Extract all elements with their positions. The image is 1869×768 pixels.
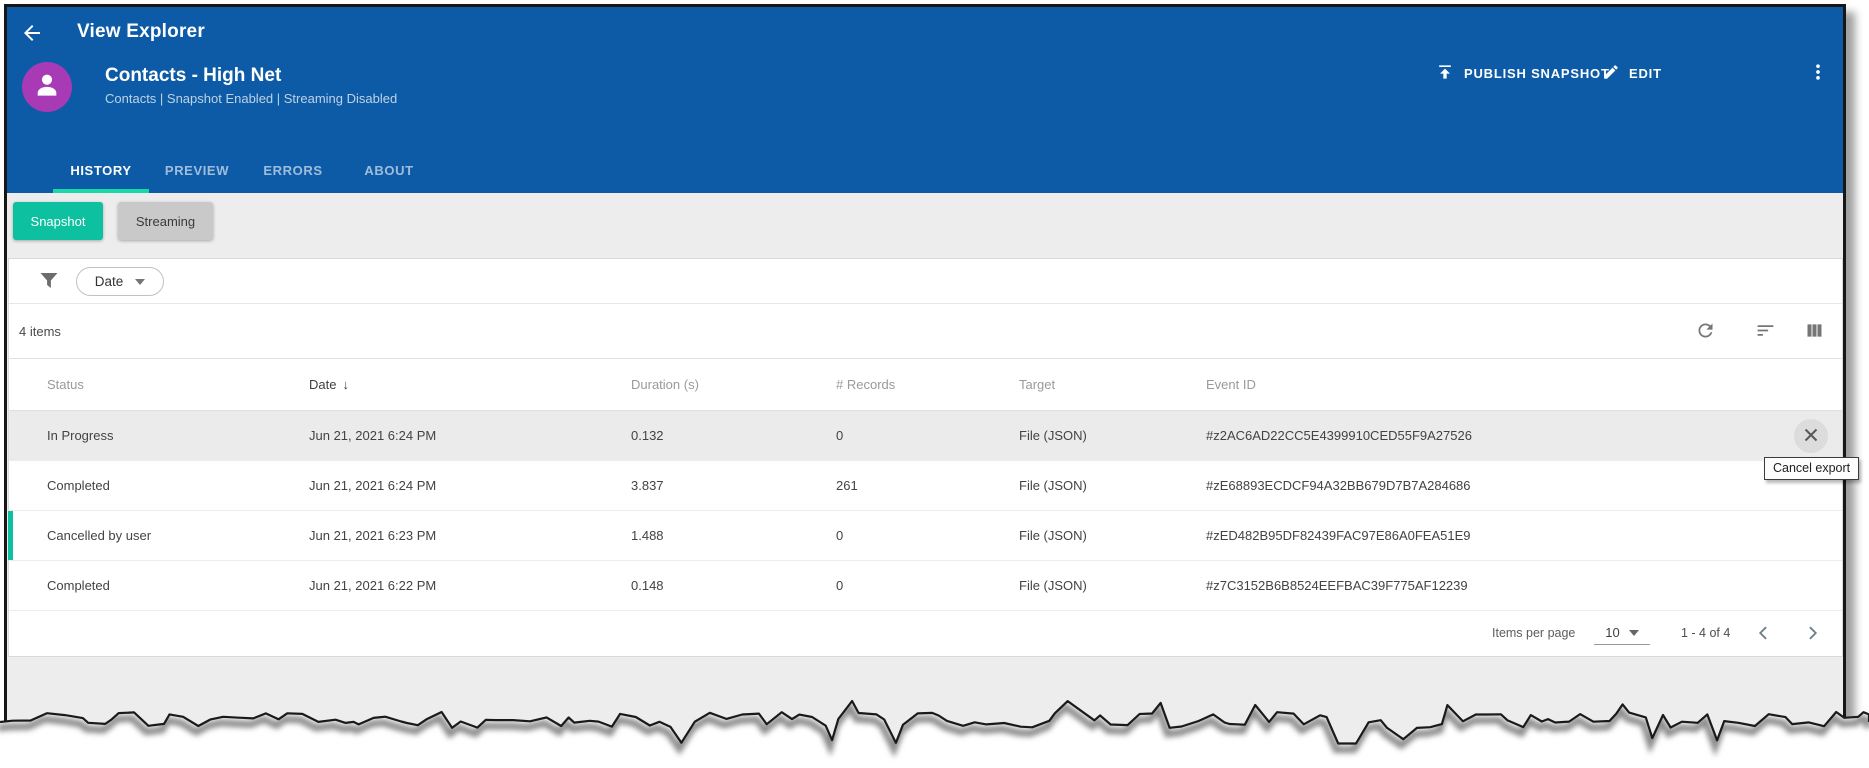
cell-duration: 0.148 bbox=[631, 578, 836, 593]
publish-snapshot-label: PUBLISH SNAPSHOT bbox=[1464, 66, 1610, 81]
date-filter-label: Date bbox=[95, 274, 124, 289]
close-icon bbox=[1800, 424, 1822, 449]
cell-target: File (JSON) bbox=[1019, 478, 1206, 493]
back-button[interactable] bbox=[18, 20, 46, 48]
chevron-down-icon bbox=[135, 279, 145, 285]
column-header-target[interactable]: Target bbox=[1019, 377, 1206, 392]
table-row[interactable]: In Progress Jun 21, 2021 6:24 PM 0.132 0… bbox=[9, 411, 1842, 461]
cell-event-id: #z2AC6AD22CC5E4399910CED55F9A27526 bbox=[1206, 428, 1842, 443]
app-window: View Explorer Contacts - High Net Contac… bbox=[4, 4, 1846, 768]
column-header-status[interactable]: Status bbox=[47, 377, 309, 392]
more-options-button[interactable] bbox=[1805, 59, 1831, 87]
sort-descending-icon: ↓ bbox=[342, 377, 349, 392]
cell-status: Completed bbox=[47, 478, 309, 493]
tab-history[interactable]: HISTORY bbox=[53, 163, 149, 193]
next-page-button[interactable] bbox=[1799, 621, 1825, 647]
items-count: 4 items bbox=[19, 324, 61, 339]
page-title: View Explorer bbox=[77, 21, 205, 43]
tab-bar: HISTORY PREVIEW ERRORS ABOUT bbox=[53, 163, 437, 193]
cell-status: In Progress bbox=[47, 428, 309, 443]
page-size-value: 10 bbox=[1605, 625, 1619, 640]
edit-label: EDIT bbox=[1629, 66, 1662, 81]
cell-records: 0 bbox=[836, 528, 1019, 543]
column-header-event-id[interactable]: Event ID bbox=[1206, 377, 1842, 392]
app-header: View Explorer Contacts - High Net Contac… bbox=[7, 7, 1843, 193]
screenshot-stage: View Explorer Contacts - High Net Contac… bbox=[0, 0, 1869, 768]
entity-meta: Contacts | Snapshot Enabled | Streaming … bbox=[105, 91, 397, 106]
streaming-mode-button[interactable]: Streaming bbox=[118, 202, 213, 240]
columns-button[interactable] bbox=[1802, 320, 1826, 344]
cell-date: Jun 21, 2021 6:23 PM bbox=[309, 528, 631, 543]
cell-status: Completed bbox=[47, 578, 309, 593]
avatar bbox=[22, 62, 72, 112]
cell-event-id: #zED482B95DF82439FAC97E86A0FEA51E9 bbox=[1206, 528, 1842, 543]
column-header-duration[interactable]: Duration (s) bbox=[631, 377, 836, 392]
cell-date: Jun 21, 2021 6:24 PM bbox=[309, 428, 631, 443]
cell-date: Jun 21, 2021 6:24 PM bbox=[309, 478, 631, 493]
refresh-button[interactable] bbox=[1693, 320, 1717, 344]
table-row[interactable]: Completed Jun 21, 2021 6:22 PM 0.148 0 F… bbox=[9, 561, 1842, 611]
table-toolbar: 4 items bbox=[9, 304, 1842, 359]
previous-page-button[interactable] bbox=[1751, 621, 1777, 647]
cell-date: Jun 21, 2021 6:22 PM bbox=[309, 578, 631, 593]
history-card: Date 4 items bbox=[8, 258, 1843, 657]
chevron-right-icon bbox=[1802, 623, 1822, 646]
cell-target: File (JSON) bbox=[1019, 578, 1206, 593]
tab-about[interactable]: ABOUT bbox=[341, 163, 437, 193]
tab-preview[interactable]: PREVIEW bbox=[149, 163, 245, 193]
cell-target: File (JSON) bbox=[1019, 528, 1206, 543]
pagination-bar: Items per page 10 1 - 4 of 4 bbox=[9, 611, 1842, 657]
cell-duration: 3.837 bbox=[631, 478, 836, 493]
cell-target: File (JSON) bbox=[1019, 428, 1206, 443]
column-header-records[interactable]: # Records bbox=[836, 377, 1019, 392]
view-columns-icon bbox=[1804, 320, 1825, 344]
filter-funnel-icon[interactable] bbox=[39, 272, 59, 294]
page-size-select[interactable]: 10 bbox=[1594, 621, 1650, 645]
page-range: 1 - 4 of 4 bbox=[1681, 626, 1730, 640]
entity-name: Contacts - High Net bbox=[105, 65, 281, 87]
table-row[interactable]: Completed Jun 21, 2021 6:24 PM 3.837 261… bbox=[9, 461, 1842, 511]
cell-records: 261 bbox=[836, 478, 1019, 493]
pencil-icon bbox=[1602, 63, 1620, 84]
cell-records: 0 bbox=[836, 578, 1019, 593]
items-per-page-label: Items per page bbox=[1492, 626, 1575, 640]
column-header-date[interactable]: Date↓ bbox=[309, 377, 631, 392]
chevron-down-icon bbox=[1629, 630, 1639, 636]
edit-button[interactable]: EDIT bbox=[1602, 59, 1662, 87]
table-row[interactable]: Cancelled by user Jun 21, 2021 6:23 PM 1… bbox=[9, 511, 1842, 561]
refresh-icon bbox=[1695, 320, 1716, 344]
tab-errors[interactable]: ERRORS bbox=[245, 163, 341, 193]
kebab-menu-icon bbox=[1808, 61, 1828, 86]
cell-records: 0 bbox=[836, 428, 1019, 443]
cell-status: Cancelled by user bbox=[47, 528, 309, 543]
date-filter-chip[interactable]: Date bbox=[76, 267, 164, 296]
filter-row: Date bbox=[9, 259, 1842, 304]
person-icon bbox=[31, 69, 63, 106]
table-header-row: Status Date↓ Duration (s) # Records Targ… bbox=[9, 359, 1842, 411]
chevron-left-icon bbox=[1754, 623, 1774, 646]
publish-snapshot-button[interactable]: PUBLISH SNAPSHOT bbox=[1435, 59, 1610, 87]
cell-duration: 1.488 bbox=[631, 528, 836, 543]
cancel-export-tooltip: Cancel export bbox=[1764, 457, 1859, 480]
snapshot-mode-button[interactable]: Snapshot bbox=[13, 202, 103, 240]
arrow-back-icon bbox=[20, 21, 44, 48]
cancel-export-button[interactable] bbox=[1794, 419, 1828, 453]
sort-lines-icon bbox=[1755, 320, 1776, 344]
cell-event-id: #zE68893ECDCF94A32BB679D7B7A284686 bbox=[1206, 478, 1842, 493]
cell-duration: 0.132 bbox=[631, 428, 836, 443]
sort-button[interactable] bbox=[1753, 320, 1777, 344]
publish-icon bbox=[1435, 62, 1455, 85]
cell-event-id: #z7C3152B6B8524EEFBAC39F775AF12239 bbox=[1206, 578, 1842, 593]
